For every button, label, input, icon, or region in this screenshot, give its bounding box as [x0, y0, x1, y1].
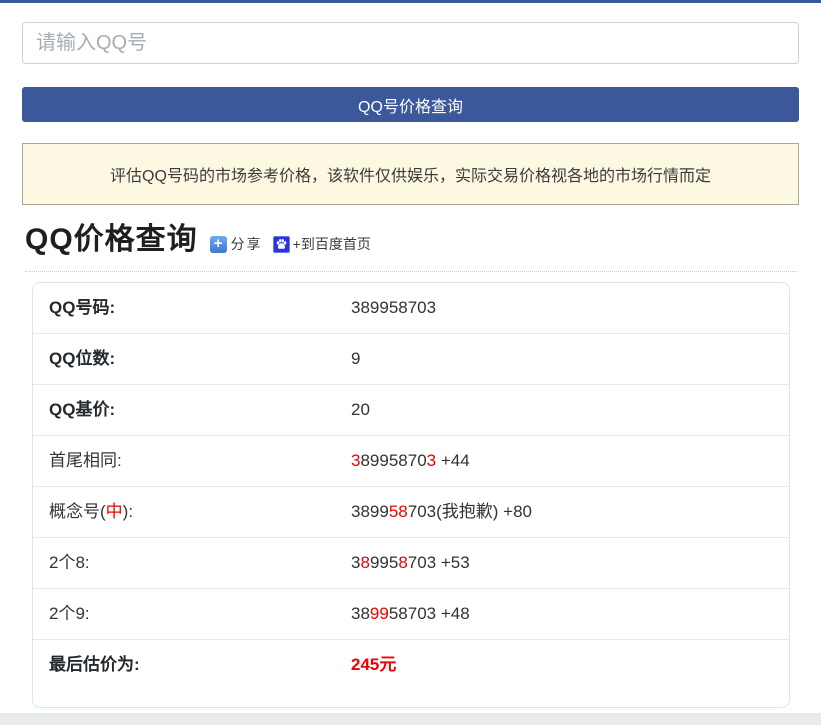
row-label: QQ位数: — [49, 349, 351, 369]
disclaimer-text: 评估QQ号码的市场参考价格，该软件仅供娱乐，实际交易价格视各地的市场行情而定 — [110, 168, 711, 185]
row-label: 首尾相同: — [49, 451, 351, 471]
highlighted-text: 8 — [360, 553, 369, 572]
text-segment: 3899 — [351, 502, 389, 521]
row-value: 20 — [351, 400, 370, 420]
table-row: 首尾相同: 389958703 +44 — [33, 436, 789, 487]
row-label: 2个8: — [49, 553, 351, 573]
row-value: 389958703 +53 — [351, 553, 470, 573]
table-row: QQ位数: 9 — [33, 334, 789, 385]
page-title: QQ价格查询 — [25, 223, 198, 257]
text-segment: 2个8: — [49, 553, 90, 572]
row-value: 9 — [351, 349, 360, 369]
row-label: 概念号(中): — [49, 502, 351, 522]
table-row: 2个9: 389958703 +48 — [33, 589, 789, 640]
row-label: QQ号码: — [49, 298, 351, 318]
highlighted-text: 245元 — [351, 655, 396, 674]
highlighted-text: 中 — [106, 502, 123, 521]
row-value: 245元 — [351, 655, 396, 675]
share-plus-icon: + — [210, 236, 227, 253]
section-heading: QQ价格查询 + 分享 +到百度首页 — [25, 223, 797, 272]
text-segment: +44 — [436, 451, 470, 470]
text-segment: 703 +53 — [408, 553, 470, 572]
text-segment: QQ位数: — [49, 349, 115, 368]
text-segment: 58703 +48 — [389, 604, 470, 623]
add-to-baidu-label: +到百度首页 — [293, 234, 371, 254]
highlighted-text: 99 — [370, 604, 389, 623]
add-to-baidu-home-link[interactable]: +到百度首页 — [273, 234, 371, 254]
text-segment: 8995870 — [360, 451, 426, 470]
share-button[interactable]: + 分享 — [210, 234, 263, 254]
text-segment: QQ基价: — [49, 400, 115, 419]
table-row: 2个8: 389958703 +53 — [33, 538, 789, 589]
row-value: 389958703 +48 — [351, 604, 470, 624]
text-segment: ): — [123, 502, 133, 521]
row-value: 389958703(我抱歉) +80 — [351, 502, 532, 522]
text-segment: 703(我抱歉) +80 — [408, 502, 532, 521]
text-segment: 9 — [351, 349, 360, 368]
text-segment: 20 — [351, 400, 370, 419]
table-row: 概念号(中):389958703(我抱歉) +80 — [33, 487, 789, 538]
highlighted-text: 3 — [427, 451, 436, 470]
main-content: QQ号价格查询 评估QQ号码的市场参考价格，该软件仅供娱乐，实际交易价格视各地的… — [0, 3, 821, 708]
text-segment: 最后估价为: — [49, 655, 140, 674]
disclaimer-notice: 评估QQ号码的市场参考价格，该软件仅供娱乐，实际交易价格视各地的市场行情而定 — [22, 143, 799, 205]
row-value: 389958703 — [351, 298, 436, 318]
text-segment: 995 — [370, 553, 398, 572]
row-label: 2个9: — [49, 604, 351, 624]
text-segment: 2个9: — [49, 604, 90, 623]
text-segment: QQ号码: — [49, 298, 115, 317]
row-value: 389958703 +44 — [351, 451, 470, 471]
table-row: QQ号码: 389958703 — [33, 283, 789, 334]
qq-number-input[interactable] — [22, 22, 799, 64]
price-query-button[interactable]: QQ号价格查询 — [22, 87, 799, 122]
table-row: 最后估价为: 245元 — [33, 640, 789, 707]
result-table: QQ号码:389958703QQ位数:9QQ基价:20首尾相同:38995870… — [32, 282, 790, 708]
text-segment: 38 — [351, 604, 370, 623]
table-row: QQ基价: 20 — [33, 385, 789, 436]
text-segment: 首尾相同: — [49, 451, 122, 470]
footer-band — [0, 713, 821, 725]
text-segment: 389958703 — [351, 298, 436, 317]
highlighted-text: 8 — [398, 553, 407, 572]
baidu-paw-icon — [273, 236, 290, 253]
highlighted-text: 58 — [389, 502, 408, 521]
share-label: 分享 — [231, 234, 263, 254]
row-label: 最后估价为: — [49, 655, 351, 675]
row-label: QQ基价: — [49, 400, 351, 420]
text-segment: 概念号( — [49, 502, 106, 521]
